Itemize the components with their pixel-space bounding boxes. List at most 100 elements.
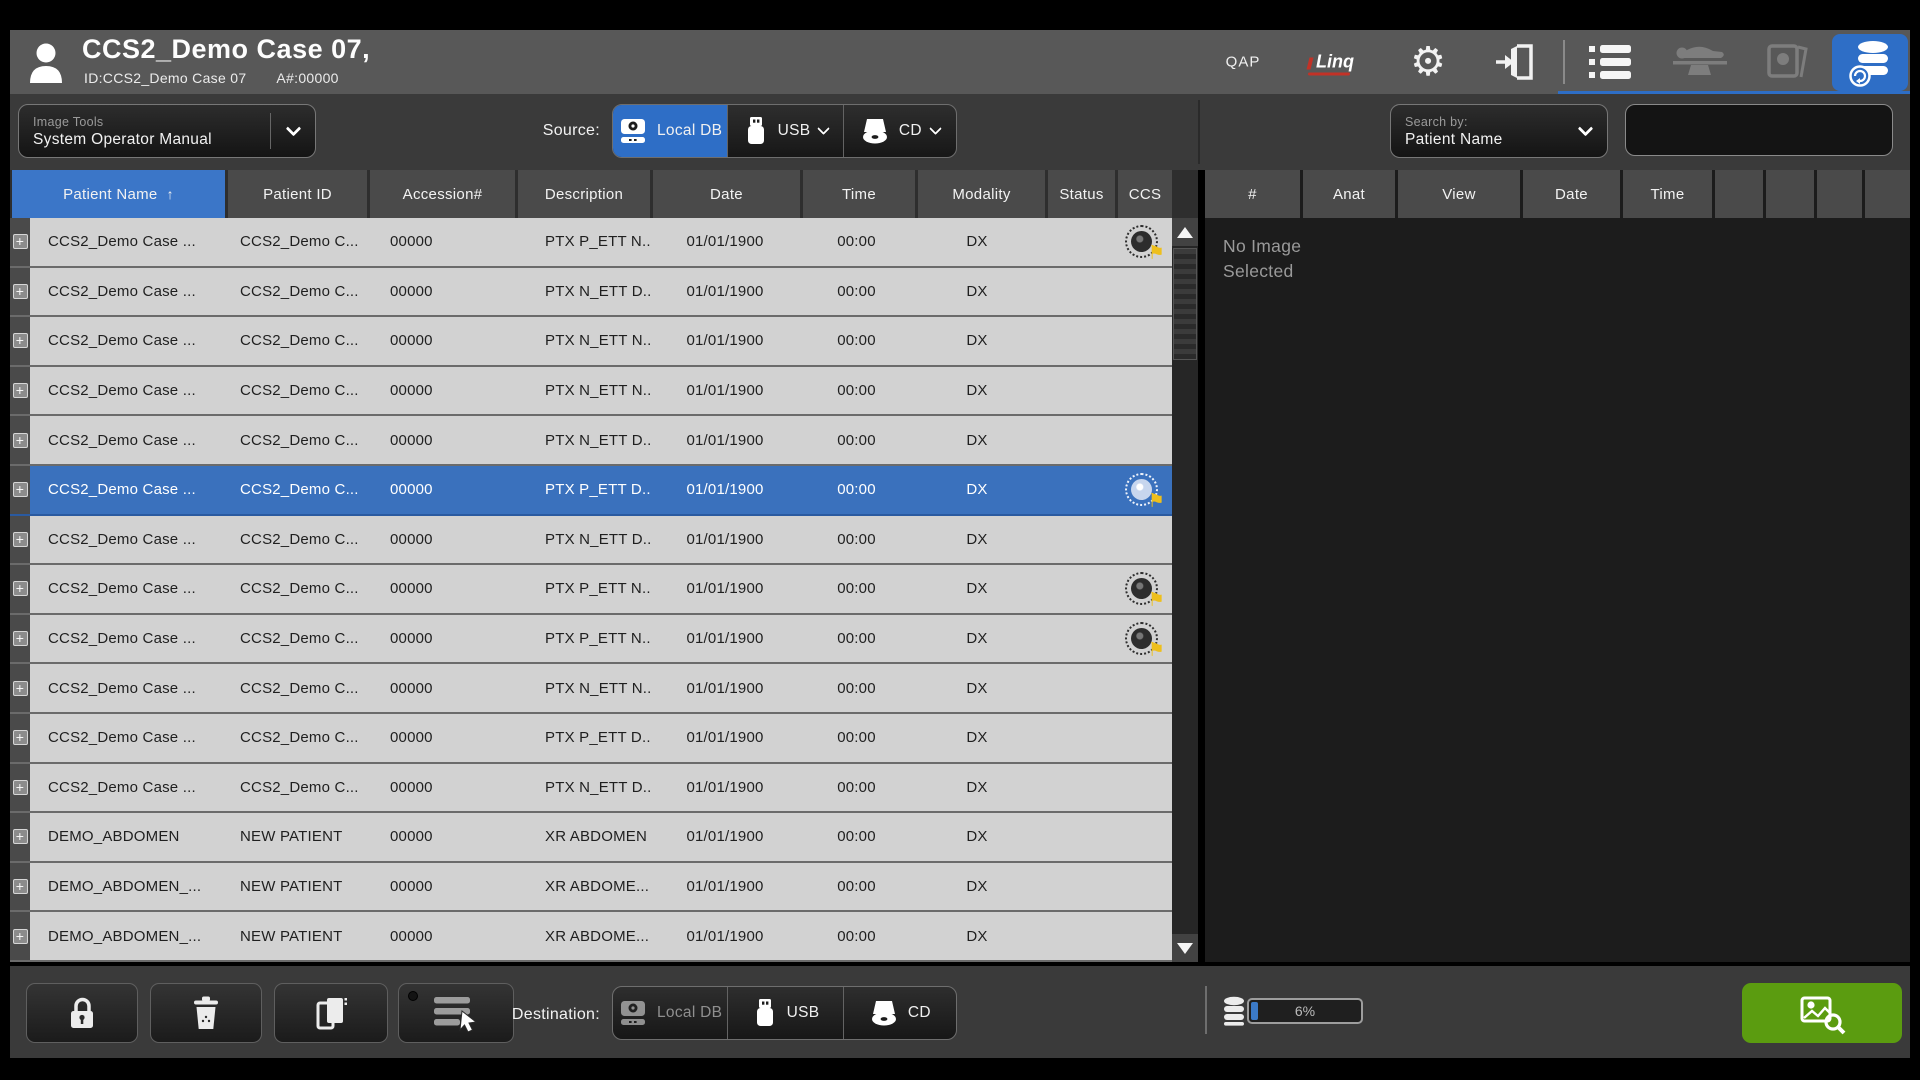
col-header-date[interactable]: Date <box>653 170 800 218</box>
study-table-row[interactable]: + DEMO_ABDOMEN_... NEW PATIENT 00000 XR … <box>10 912 1172 962</box>
cell-date: 01/01/1900 <box>650 466 800 514</box>
expand-row-button[interactable]: + <box>13 383 28 398</box>
row-expander-cell: + <box>10 863 30 911</box>
expand-row-button[interactable]: + <box>13 482 28 497</box>
qap-button[interactable]: QAP <box>1226 54 1261 71</box>
cell-patient-id: CCS2_Demo C... <box>225 466 365 514</box>
scroll-down-button[interactable] <box>1172 934 1198 962</box>
study-table-row[interactable]: + CCS2_Demo Case ... CCS2_Demo C... 0000… <box>10 615 1172 665</box>
col-header-status[interactable]: Status <box>1048 170 1115 218</box>
expand-row-button[interactable]: + <box>13 433 28 448</box>
cell-time: 00:00 <box>800 764 913 812</box>
cell-status <box>1041 516 1111 564</box>
settings-button[interactable]: ⚙ <box>1410 42 1446 82</box>
logout-button[interactable] <box>1493 41 1537 83</box>
expand-row-button[interactable]: + <box>13 780 28 795</box>
source-usb-button[interactable]: USB <box>727 105 842 157</box>
study-table-row[interactable]: + CCS2_Demo Case ... CCS2_Demo C... 0000… <box>10 664 1172 714</box>
cell-date: 01/01/1900 <box>650 813 800 861</box>
img-col-date[interactable]: Date <box>1523 170 1620 218</box>
lock-study-button[interactable] <box>26 983 138 1043</box>
row-expander-cell: + <box>10 317 30 365</box>
img-col-time[interactable]: Time <box>1623 170 1712 218</box>
image-tools-dropdown[interactable]: Image Tools System Operator Manual <box>18 104 316 158</box>
source-label: Source: <box>480 122 600 140</box>
col-header-ccs[interactable]: CCS <box>1118 170 1172 218</box>
scrollbar-thumb[interactable] <box>1173 248 1197 360</box>
expand-row-button[interactable]: + <box>13 581 28 596</box>
linq-logo[interactable]: Linq <box>1316 52 1354 73</box>
expand-row-button[interactable]: + <box>13 879 28 894</box>
study-table-row[interactable]: + CCS2_Demo Case ... CCS2_Demo C... 0000… <box>10 714 1172 764</box>
cell-accession: 00000 <box>365 466 515 514</box>
img-col-view[interactable]: View <box>1398 170 1520 218</box>
source-cd-button[interactable]: CD <box>843 105 956 157</box>
search-input[interactable] <box>1625 104 1893 156</box>
cell-accession: 00000 <box>365 268 515 316</box>
expand-row-button[interactable]: + <box>13 829 28 844</box>
destination-usb-button[interactable]: USB <box>727 987 842 1039</box>
delete-study-button[interactable] <box>150 983 262 1043</box>
study-table-row[interactable]: + CCS2_Demo Case ... CCS2_Demo C... 0000… <box>10 317 1172 367</box>
img-col-empty-1 <box>1715 170 1763 218</box>
study-table-row[interactable]: + CCS2_Demo Case ... CCS2_Demo C... 0000… <box>10 466 1172 516</box>
study-table-row[interactable]: + CCS2_Demo Case ... CCS2_Demo C... 0000… <box>10 416 1172 466</box>
cell-patient-id: CCS2_Demo C... <box>225 615 365 663</box>
exit-door-icon <box>1493 41 1537 83</box>
table-scrollbar[interactable] <box>1172 218 1198 962</box>
cell-patient-id: CCS2_Demo C... <box>225 317 365 365</box>
col-header-accession[interactable]: Accession# <box>370 170 515 218</box>
cell-patient-id: NEW PATIENT <box>225 863 365 911</box>
database-view-button-active[interactable] <box>1832 34 1908 91</box>
patient-table-icon <box>1671 41 1729 83</box>
image-review-view-button[interactable] <box>1764 41 1810 83</box>
cell-description: PTX N_ETT D... <box>515 764 650 812</box>
source-segmented-control: Local DB USB CD <box>612 104 957 158</box>
study-table-row[interactable]: + DEMO_ABDOMEN NEW PATIENT 00000 XR ABDO… <box>10 813 1172 863</box>
cell-modality: DX <box>913 714 1041 762</box>
study-table-row[interactable]: + CCS2_Demo Case ... CCS2_Demo C... 0000… <box>10 218 1172 268</box>
expand-row-button[interactable]: + <box>13 234 28 249</box>
image-gallery-icon <box>1764 41 1810 83</box>
source-usb-label: USB <box>778 122 811 140</box>
col-header-modality[interactable]: Modality <box>918 170 1045 218</box>
study-table-row[interactable]: + CCS2_Demo Case ... CCS2_Demo C... 0000… <box>10 764 1172 814</box>
col-header-time[interactable]: Time <box>803 170 915 218</box>
expand-row-button[interactable]: + <box>13 730 28 745</box>
usb-icon <box>743 116 769 146</box>
worklist-view-button[interactable] <box>1588 43 1632 81</box>
cell-ccs: ⚑ <box>1111 218 1172 266</box>
col-header-patient-name[interactable]: Patient Name ↑ <box>12 170 225 218</box>
expand-row-button[interactable]: + <box>13 631 28 646</box>
scroll-up-button[interactable] <box>1172 218 1198 246</box>
image-search-icon <box>1797 991 1847 1035</box>
cell-modality: DX <box>913 268 1041 316</box>
source-local-db-button[interactable]: Local DB <box>613 105 727 157</box>
search-by-dropdown[interactable]: Search by: Patient Name <box>1390 104 1608 158</box>
expand-row-button[interactable]: + <box>13 333 28 348</box>
destination-cd-button[interactable]: CD <box>843 987 956 1039</box>
copy-study-button[interactable] <box>274 983 388 1043</box>
top-bar: CCS2_Demo Case 07, ID:CCS2_Demo Case 07A… <box>10 30 1910 94</box>
col-header-patient-id[interactable]: Patient ID <box>228 170 367 218</box>
cell-time: 00:00 <box>800 367 913 415</box>
acquisition-view-button[interactable] <box>1671 41 1729 83</box>
expand-row-button[interactable]: + <box>13 929 28 944</box>
study-table-row[interactable]: + CCS2_Demo Case ... CCS2_Demo C... 0000… <box>10 367 1172 417</box>
study-table-row[interactable]: + CCS2_Demo Case ... CCS2_Demo C... 0000… <box>10 268 1172 318</box>
img-col-number[interactable]: # <box>1205 170 1300 218</box>
img-col-anat[interactable]: Anat <box>1303 170 1395 218</box>
study-table-row[interactable]: + CCS2_Demo Case ... CCS2_Demo C... 0000… <box>10 516 1172 566</box>
review-images-button[interactable] <box>1742 983 1902 1043</box>
toolbar: Image Tools System Operator Manual Sourc… <box>10 94 1910 170</box>
expand-row-button[interactable]: + <box>13 284 28 299</box>
col-header-description[interactable]: Description <box>518 170 650 218</box>
expand-row-button[interactable]: + <box>13 532 28 547</box>
study-table-row[interactable]: + DEMO_ABDOMEN_... NEW PATIENT 00000 XR … <box>10 863 1172 913</box>
study-table-row[interactable]: + CCS2_Demo Case ... CCS2_Demo C... 0000… <box>10 565 1172 615</box>
study-table-header: Patient Name ↑ Patient ID Accession# Des… <box>10 170 1198 218</box>
cell-date: 01/01/1900 <box>650 664 800 712</box>
cell-patient-name: DEMO_ABDOMEN <box>30 813 225 861</box>
patient-accession-label: A#:00000 <box>276 70 338 86</box>
expand-row-button[interactable]: + <box>13 681 28 696</box>
